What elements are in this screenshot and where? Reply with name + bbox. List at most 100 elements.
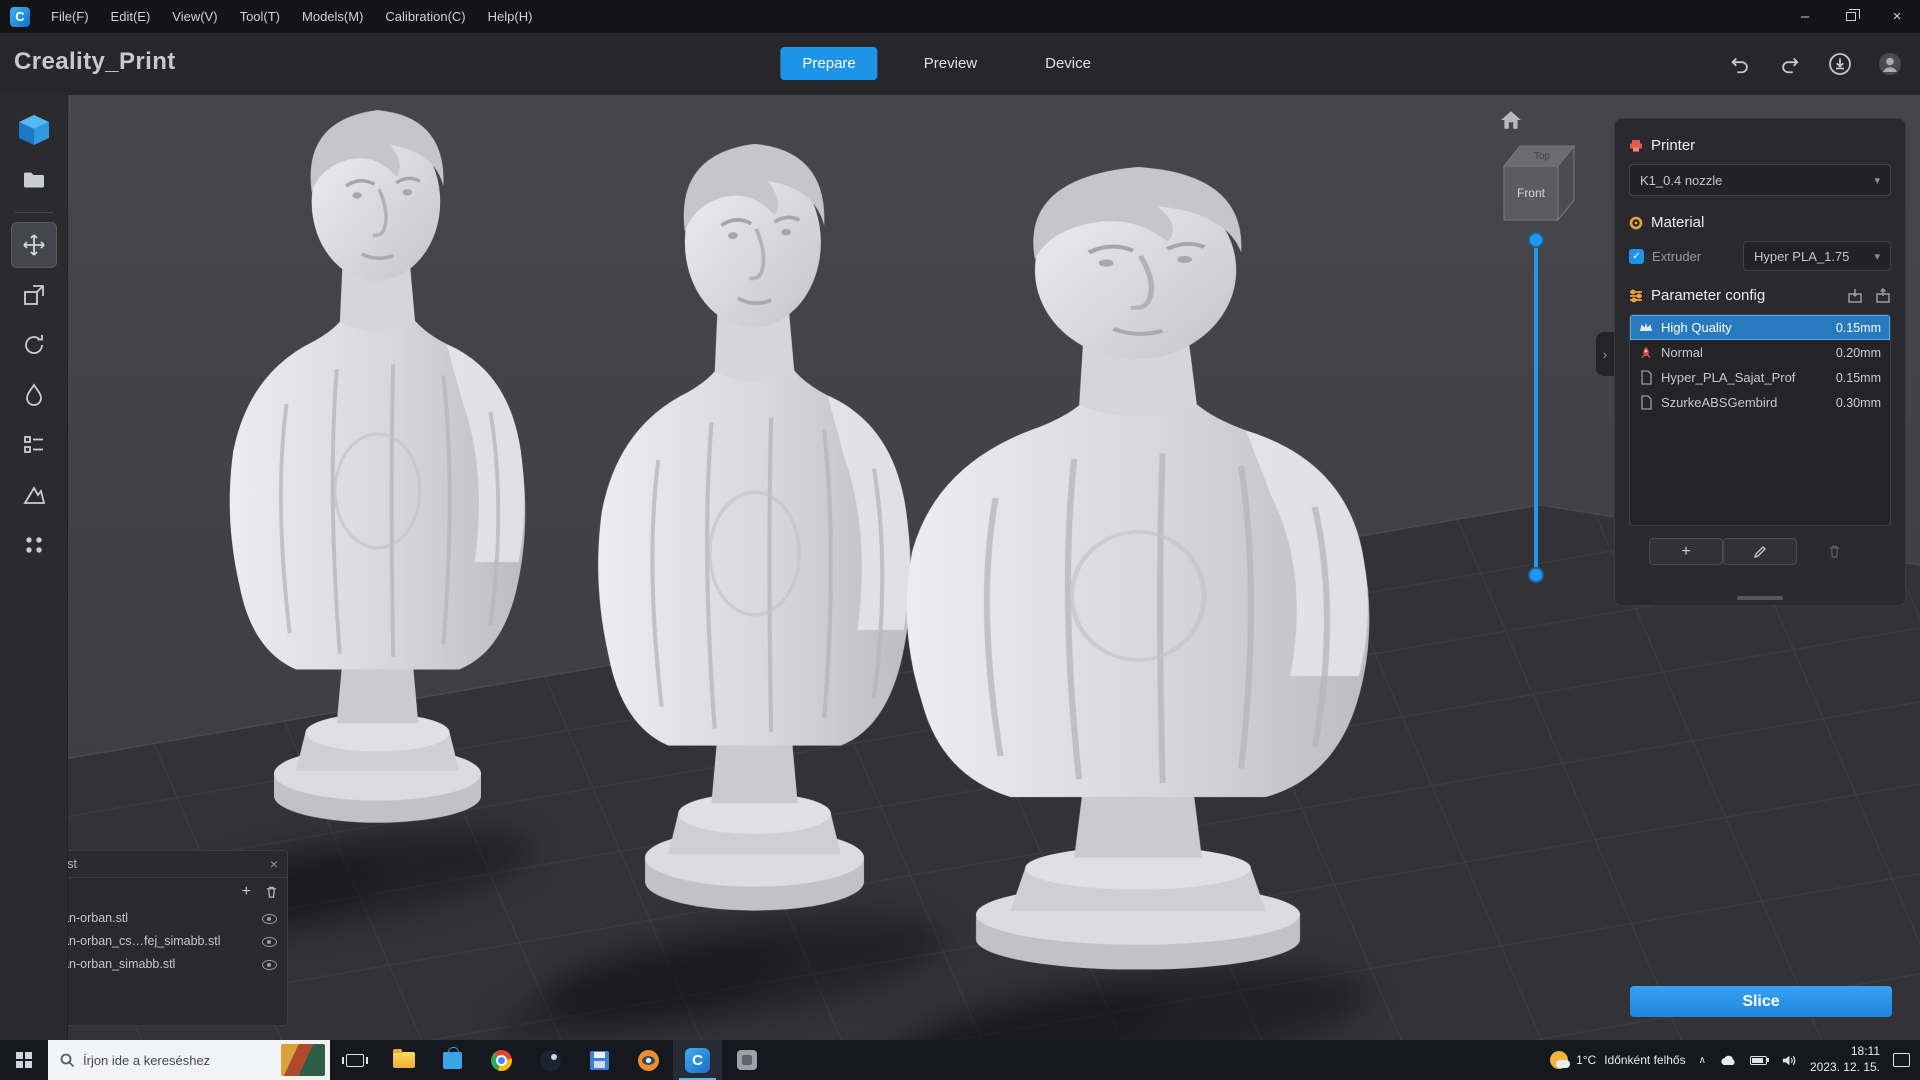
support-tool[interactable] bbox=[11, 472, 57, 518]
profile-row-high-quality[interactable]: High Quality 0.15mm bbox=[1630, 315, 1890, 340]
account-avatar[interactable] bbox=[1876, 50, 1904, 78]
page-title: Creality_Print bbox=[14, 48, 176, 76]
slice-button[interactable]: Slice bbox=[1630, 986, 1892, 1017]
profile-name: Normal bbox=[1661, 345, 1703, 360]
extruder-label: Extruder bbox=[1652, 249, 1701, 264]
slider-handle-top[interactable] bbox=[1528, 232, 1544, 248]
gray-app-button[interactable] bbox=[722, 1040, 771, 1080]
profile-row-normal[interactable]: Normal 0.20mm bbox=[1630, 340, 1890, 365]
visibility-eye-icon[interactable] bbox=[261, 957, 277, 971]
profile-row-custom-2[interactable]: SzurkeABSGembird 0.30mm bbox=[1630, 390, 1890, 415]
tab-preview[interactable]: Preview bbox=[902, 47, 999, 80]
import-profile-icon[interactable] bbox=[1847, 288, 1863, 304]
creality-print-taskbar-button[interactable]: C bbox=[673, 1040, 722, 1080]
material-select[interactable]: Hyper PLA_1.75 ▾ bbox=[1743, 241, 1891, 271]
profile-file-icon bbox=[1639, 395, 1653, 410]
delete-profile-button[interactable] bbox=[1797, 538, 1871, 565]
close-button[interactable]: × bbox=[1874, 0, 1920, 33]
minimize-button[interactable]: – bbox=[1782, 0, 1828, 33]
weather-widget[interactable]: 1°C Időnként felhős bbox=[1550, 1051, 1686, 1069]
panel-resize-grip[interactable] bbox=[1737, 596, 1783, 600]
menu-view[interactable]: View(V) bbox=[161, 0, 228, 33]
profile-name: Hyper_PLA_Sajat_Prof bbox=[1661, 370, 1795, 385]
profile-list: High Quality 0.15mm Normal 0.20mm Hyper_… bbox=[1629, 314, 1891, 526]
dark-app-button[interactable] bbox=[526, 1040, 575, 1080]
search-highlight-thumbnail[interactable] bbox=[281, 1044, 325, 1076]
restore-button[interactable] bbox=[1828, 0, 1874, 33]
taskbar-clock[interactable]: 18:11 2023. 12. 15. bbox=[1810, 1044, 1880, 1075]
chrome-button[interactable] bbox=[477, 1040, 526, 1080]
workspace-cube-icon[interactable] bbox=[11, 107, 57, 153]
scale-tool[interactable] bbox=[11, 272, 57, 318]
check-icon: ✓ bbox=[1632, 251, 1640, 262]
open-file-button[interactable] bbox=[11, 157, 57, 203]
profile-file-icon bbox=[1639, 370, 1653, 385]
tab-prepare[interactable]: Prepare bbox=[780, 47, 877, 80]
save-app-button[interactable] bbox=[575, 1040, 624, 1080]
header: Creality_Print Prepare Preview Device bbox=[0, 33, 1920, 95]
action-center-icon[interactable] bbox=[1893, 1053, 1910, 1067]
settings-panel: Printer K1_0.4 nozzle ▾ Material ✓ Extru… bbox=[1614, 118, 1906, 606]
profile-layer-height: 0.15mm bbox=[1836, 371, 1881, 385]
visibility-eye-icon[interactable] bbox=[261, 911, 277, 925]
material-section-title: Material bbox=[1651, 214, 1704, 231]
rotate-tool[interactable] bbox=[11, 322, 57, 368]
parameter-config-title: Parameter config bbox=[1651, 287, 1765, 304]
taskbar-search[interactable]: Írjon ide a kereséshez bbox=[48, 1040, 330, 1080]
onedrive-cloud-icon[interactable] bbox=[1719, 1053, 1737, 1067]
apps-grid-tool[interactable] bbox=[11, 522, 57, 568]
move-tool[interactable] bbox=[11, 222, 57, 268]
pencil-icon bbox=[1753, 544, 1768, 559]
floppy-icon bbox=[590, 1051, 609, 1070]
orientation-cube[interactable]: Top Front bbox=[1496, 140, 1584, 231]
download-button[interactable] bbox=[1826, 50, 1854, 78]
export-profile-icon[interactable] bbox=[1875, 288, 1891, 304]
titlebar: C File(F) Edit(E) View(V) Tool(T) Models… bbox=[0, 0, 1920, 33]
search-icon bbox=[60, 1053, 75, 1068]
battery-icon[interactable] bbox=[1750, 1056, 1767, 1065]
visibility-eye-icon[interactable] bbox=[261, 934, 277, 948]
tray-expand-chevron[interactable]: ∧ bbox=[1699, 1055, 1706, 1066]
slider-handle-bottom[interactable] bbox=[1528, 567, 1544, 583]
profile-row-custom-1[interactable]: Hyper_PLA_Sajat_Prof 0.15mm bbox=[1630, 365, 1890, 390]
parameter-config-icon bbox=[1629, 289, 1643, 303]
paint-tool[interactable] bbox=[11, 372, 57, 418]
blender-button[interactable] bbox=[624, 1040, 673, 1080]
menu-edit[interactable]: Edit(E) bbox=[100, 0, 162, 33]
chevron-down-icon: ▾ bbox=[1874, 250, 1880, 263]
edit-profile-button[interactable] bbox=[1723, 538, 1797, 565]
model-list-close-icon[interactable]: × bbox=[270, 856, 278, 872]
toolbar-separator bbox=[15, 212, 53, 213]
creality-print-window: Top Front › C File(F) Edit(E) View(V) To… bbox=[0, 0, 1920, 1080]
crown-icon bbox=[1639, 321, 1653, 334]
profile-layer-height: 0.20mm bbox=[1836, 346, 1881, 360]
add-model-icon[interactable]: + bbox=[242, 883, 251, 901]
printer-select[interactable]: K1_0.4 nozzle ▾ bbox=[1629, 164, 1891, 196]
redo-button[interactable] bbox=[1776, 50, 1804, 78]
menu-help[interactable]: Help(H) bbox=[477, 0, 544, 33]
creality-print-icon: C bbox=[685, 1048, 710, 1073]
cube-front-label: Front bbox=[1517, 186, 1546, 200]
menu-file[interactable]: File(F) bbox=[40, 0, 100, 33]
tab-device[interactable]: Device bbox=[1023, 47, 1113, 80]
left-toolbar bbox=[0, 95, 68, 1040]
weather-icon bbox=[1550, 1051, 1568, 1069]
delete-model-icon[interactable] bbox=[265, 885, 278, 899]
viewport-vertical-slider[interactable] bbox=[1534, 241, 1538, 583]
taskview-button[interactable] bbox=[330, 1040, 379, 1080]
undo-button[interactable] bbox=[1726, 50, 1754, 78]
add-profile-button[interactable]: + bbox=[1649, 538, 1723, 565]
menu-calibration[interactable]: Calibration(C) bbox=[374, 0, 476, 33]
panel-collapse-toggle[interactable]: › bbox=[1596, 332, 1614, 376]
view-home-button[interactable] bbox=[1500, 110, 1522, 135]
menu-models[interactable]: Models(M) bbox=[291, 0, 374, 33]
extruder-checkbox[interactable]: ✓ bbox=[1629, 249, 1644, 264]
start-button[interactable] bbox=[0, 1040, 48, 1080]
file-explorer-button[interactable] bbox=[379, 1040, 428, 1080]
layout-tool[interactable] bbox=[11, 422, 57, 468]
blender-icon bbox=[638, 1050, 659, 1071]
store-icon bbox=[443, 1052, 462, 1069]
volume-icon[interactable] bbox=[1780, 1053, 1797, 1068]
microsoft-store-button[interactable] bbox=[428, 1040, 477, 1080]
menu-tool[interactable]: Tool(T) bbox=[229, 0, 291, 33]
